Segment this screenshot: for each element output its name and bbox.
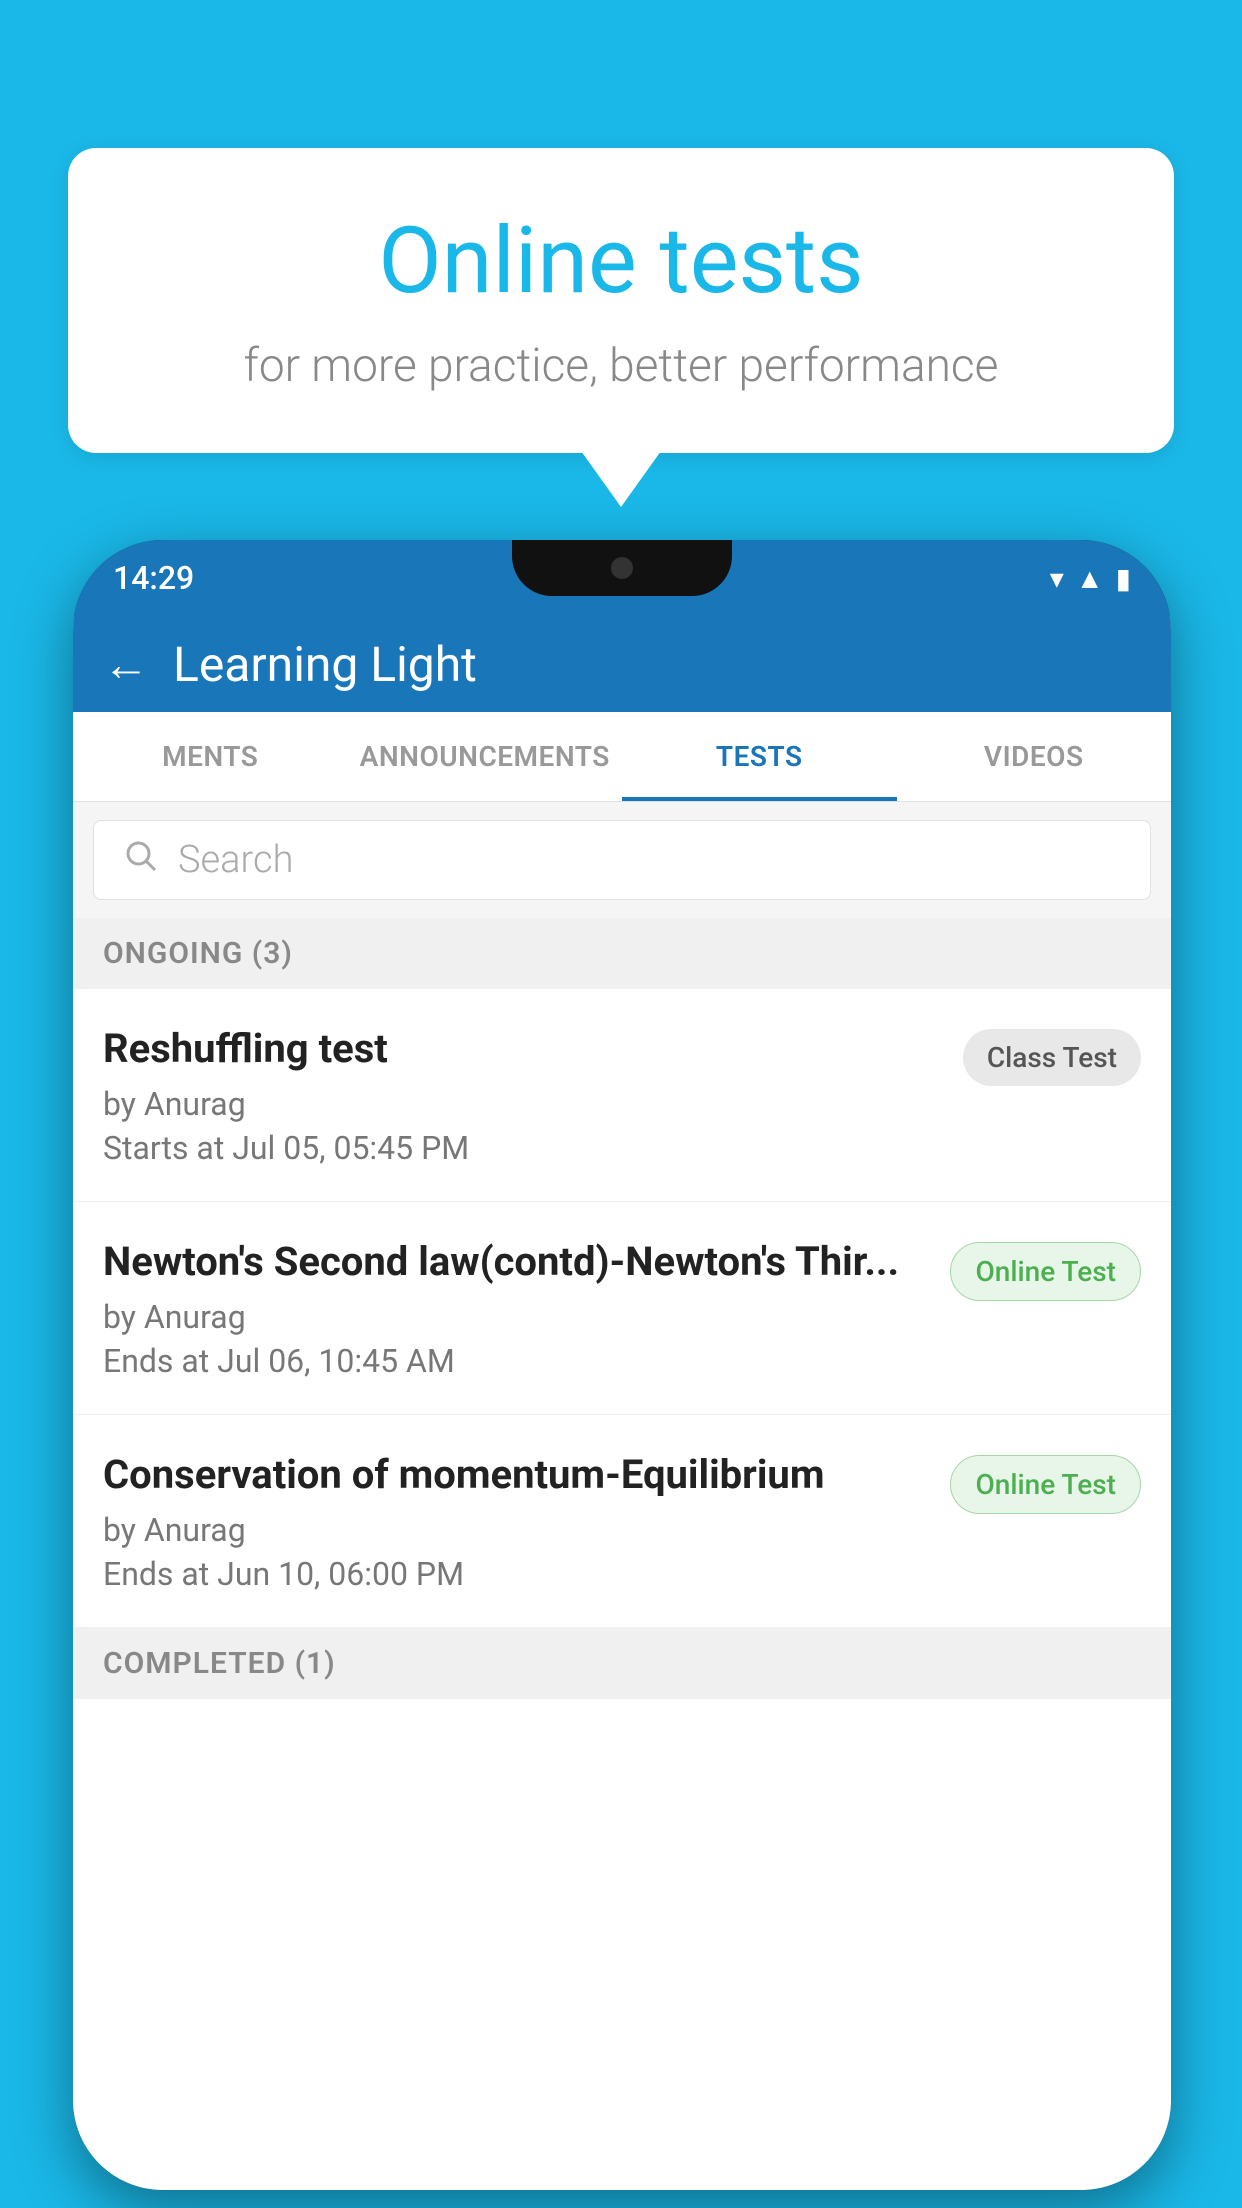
- test-item-1[interactable]: Reshuffling test by Anurag Starts at Jul…: [73, 989, 1171, 1202]
- signal-icon: ▲: [1076, 562, 1104, 595]
- test-by-2: by Anurag: [103, 1298, 926, 1336]
- test-by-3: by Anurag: [103, 1511, 926, 1549]
- phone-screen: ← Learning Light MENTS ANNOUNCEMENTS TES…: [73, 616, 1171, 2190]
- tabs-bar: MENTS ANNOUNCEMENTS TESTS VIDEOS: [73, 712, 1171, 802]
- test-info-3: Conservation of momentum-Equilibrium by …: [103, 1449, 950, 1593]
- status-time: 14:29: [113, 559, 194, 597]
- app-header-title: Learning Light: [173, 636, 477, 693]
- test-badge-2: Online Test: [950, 1242, 1141, 1301]
- test-date-1: Starts at Jul 05, 05:45 PM: [103, 1129, 939, 1167]
- bubble-title: Online tests: [148, 208, 1094, 315]
- test-info-2: Newton's Second law(contd)-Newton's Thir…: [103, 1236, 950, 1380]
- camera: [611, 557, 633, 579]
- test-date-2: Ends at Jul 06, 10:45 AM: [103, 1342, 926, 1380]
- tab-tests[interactable]: TESTS: [622, 712, 897, 801]
- search-input-wrap[interactable]: Search: [93, 820, 1151, 900]
- test-name-3: Conservation of momentum-Equilibrium: [103, 1449, 926, 1501]
- tab-announcements[interactable]: ANNOUNCEMENTS: [348, 712, 623, 801]
- test-badge-1: Class Test: [963, 1029, 1141, 1086]
- search-icon: [122, 837, 158, 883]
- status-bar: 14:29 ▾ ▲ ▮: [73, 540, 1171, 616]
- speech-bubble: Online tests for more practice, better p…: [68, 148, 1174, 453]
- back-button[interactable]: ←: [103, 637, 149, 692]
- test-info-1: Reshuffling test by Anurag Starts at Jul…: [103, 1023, 963, 1167]
- status-icons: ▾ ▲ ▮: [1050, 562, 1131, 595]
- test-item-2[interactable]: Newton's Second law(contd)-Newton's Thir…: [73, 1202, 1171, 1415]
- test-badge-3: Online Test: [950, 1455, 1141, 1514]
- test-name-1: Reshuffling test: [103, 1023, 939, 1075]
- app-header: ← Learning Light: [73, 616, 1171, 712]
- search-container: Search: [73, 802, 1171, 918]
- phone-frame: 14:29 ▾ ▲ ▮ ← Learning Light MENTS ANNOU…: [73, 540, 1171, 2190]
- battery-icon: ▮: [1116, 562, 1131, 595]
- test-date-3: Ends at Jun 10, 06:00 PM: [103, 1555, 926, 1593]
- test-name-2: Newton's Second law(contd)-Newton's Thir…: [103, 1236, 926, 1288]
- wifi-icon: ▾: [1050, 562, 1064, 595]
- notch: [512, 540, 732, 596]
- ongoing-section-header: ONGOING (3): [73, 918, 1171, 989]
- test-item-3[interactable]: Conservation of momentum-Equilibrium by …: [73, 1415, 1171, 1628]
- tab-videos[interactable]: VIDEOS: [897, 712, 1172, 801]
- bubble-subtitle: for more practice, better performance: [148, 339, 1094, 393]
- test-list: Reshuffling test by Anurag Starts at Jul…: [73, 989, 1171, 2190]
- tab-ments[interactable]: MENTS: [73, 712, 348, 801]
- search-input[interactable]: Search: [178, 838, 293, 882]
- completed-section-header: COMPLETED (1): [73, 1628, 1171, 1699]
- test-by-1: by Anurag: [103, 1085, 939, 1123]
